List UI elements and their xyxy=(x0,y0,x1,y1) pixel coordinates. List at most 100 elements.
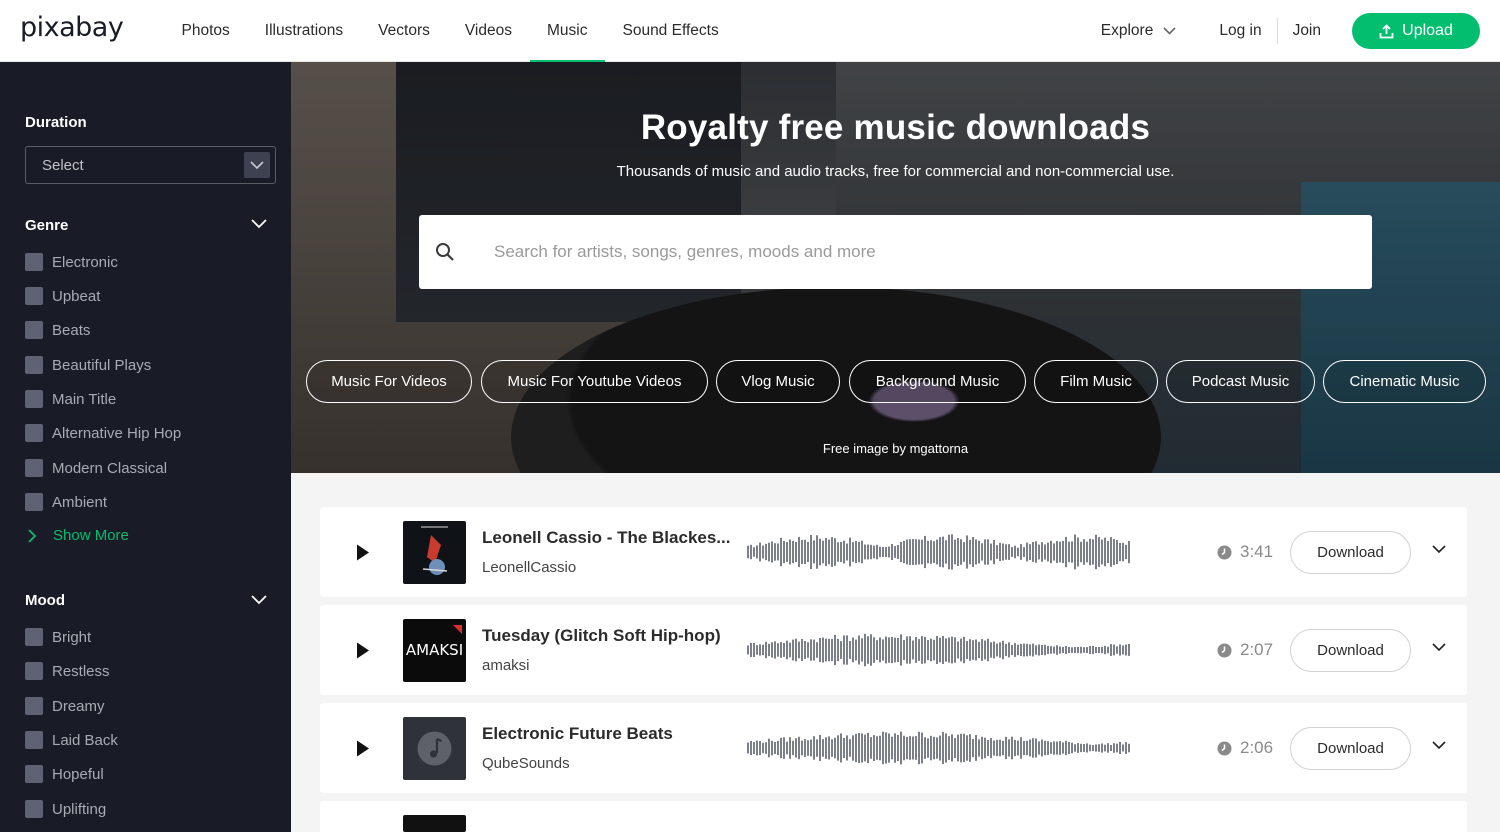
waveform-bar xyxy=(1005,643,1007,657)
explore-menu[interactable]: Explore xyxy=(1101,22,1177,40)
download-button[interactable]: Download xyxy=(1290,727,1411,770)
login-link[interactable]: Log in xyxy=(1204,22,1276,40)
chevron-down-icon[interactable] xyxy=(251,595,267,605)
checkbox[interactable] xyxy=(25,321,43,339)
track-cover[interactable] xyxy=(403,521,466,584)
duration-select[interactable]: Select xyxy=(25,146,276,184)
mood-option[interactable]: Uplifting xyxy=(25,799,106,819)
nav-sound-effects[interactable]: Sound Effects xyxy=(605,0,736,62)
checkbox[interactable] xyxy=(25,731,43,749)
genre-option[interactable]: Electronic xyxy=(25,252,118,272)
waveform-bar xyxy=(1071,742,1073,754)
mood-option[interactable]: Dreamy xyxy=(25,696,105,716)
hero-banner: Royalty free music downloads Thousands o… xyxy=(291,62,1500,473)
genre-option[interactable]: Modern Classical xyxy=(25,458,167,478)
genre-option[interactable]: Upbeat xyxy=(25,286,100,306)
track-artist[interactable]: QubeSounds xyxy=(482,755,570,772)
chip-film-music[interactable]: Film Music xyxy=(1034,360,1158,403)
waveform-bar xyxy=(1029,644,1031,656)
mood-option[interactable]: Bright xyxy=(25,627,91,647)
chevron-down-icon[interactable] xyxy=(1432,643,1446,652)
track-artist[interactable]: amaksi xyxy=(482,657,530,674)
track-artist[interactable]: LeonellCassio xyxy=(482,559,576,576)
checkbox[interactable] xyxy=(25,424,43,442)
genre-option[interactable]: Alternative Hip Hop xyxy=(25,423,181,443)
join-link[interactable]: Join xyxy=(1278,22,1336,40)
mood-option[interactable]: Restless xyxy=(25,661,110,681)
image-credit[interactable]: Free image by mgattorna xyxy=(291,441,1500,456)
waveform-bar xyxy=(810,639,812,661)
upload-button[interactable]: Upload xyxy=(1352,13,1480,49)
waveform-bar xyxy=(1116,743,1118,753)
chip-vlog-music[interactable]: Vlog Music xyxy=(716,360,840,403)
download-button[interactable]: Download xyxy=(1290,629,1411,672)
checkbox[interactable] xyxy=(25,628,43,646)
search-input[interactable] xyxy=(494,215,1354,289)
chip-music-for-youtube-videos[interactable]: Music For Youtube Videos xyxy=(481,360,708,403)
waveform-bar xyxy=(1119,741,1121,754)
chip-music-for-videos[interactable]: Music For Videos xyxy=(306,360,472,403)
waveform-bar xyxy=(912,736,914,760)
checkbox[interactable] xyxy=(25,253,43,271)
checkbox[interactable] xyxy=(25,800,43,818)
waveform-bar xyxy=(972,739,974,758)
track-duration: 2:07 xyxy=(1240,640,1274,659)
waveform-bar xyxy=(906,636,908,664)
chevron-down-icon[interactable] xyxy=(1432,545,1446,554)
track-title[interactable]: Tuesday (Glitch Soft Hip-hop) xyxy=(482,626,721,646)
waveform-bar xyxy=(1116,646,1118,654)
checkbox[interactable] xyxy=(25,493,43,511)
waveform-bar xyxy=(1062,540,1064,564)
play-icon[interactable] xyxy=(356,740,370,757)
chip-podcast-music[interactable]: Podcast Music xyxy=(1166,360,1315,403)
play-icon[interactable] xyxy=(356,642,370,659)
checkbox[interactable] xyxy=(25,765,43,783)
waveform-bar xyxy=(873,637,875,663)
checkbox[interactable] xyxy=(25,459,43,477)
show-more-link[interactable]: Show More xyxy=(25,527,129,544)
waveform[interactable] xyxy=(747,728,1132,768)
track-cover[interactable]: AMAKSI xyxy=(403,619,466,682)
waveform-bar xyxy=(975,639,977,661)
waveform-bar xyxy=(921,636,923,664)
play-icon[interactable] xyxy=(356,544,370,561)
waveform-bar xyxy=(987,539,989,565)
search-icon[interactable] xyxy=(435,242,455,262)
chip-background-music[interactable]: Background Music xyxy=(849,360,1026,403)
nav-vectors[interactable]: Vectors xyxy=(361,0,448,62)
checkbox[interactable] xyxy=(25,390,43,408)
chevron-down-icon[interactable] xyxy=(1432,741,1446,750)
chip-cinematic-music[interactable]: Cinematic Music xyxy=(1323,360,1486,403)
waveform[interactable] xyxy=(747,630,1132,670)
search-bar[interactable] xyxy=(419,215,1372,289)
pixabay-logo[interactable]: pixabay xyxy=(20,12,124,43)
checkbox[interactable] xyxy=(25,697,43,715)
nav-photos[interactable]: Photos xyxy=(164,0,247,62)
download-button[interactable]: Download xyxy=(1290,531,1411,574)
checkbox[interactable] xyxy=(25,662,43,680)
track-title[interactable]: Leonell Cassio - The Blackes... xyxy=(482,528,730,548)
nav-music[interactable]: Music xyxy=(529,0,606,63)
waveform-bar xyxy=(972,537,974,567)
waveform-bar xyxy=(837,735,839,761)
track-cover[interactable] xyxy=(403,717,466,780)
waveform-bar xyxy=(1008,739,1010,757)
waveform-bar xyxy=(894,733,896,763)
genre-option[interactable]: Main Title xyxy=(25,389,116,409)
track-cover[interactable] xyxy=(403,815,466,832)
mood-option[interactable]: Laid Back xyxy=(25,730,118,750)
chevron-down-icon[interactable] xyxy=(251,219,267,229)
track-title[interactable]: Electronic Future Beats xyxy=(482,724,673,744)
waveform-bar xyxy=(864,544,866,560)
waveform-bar xyxy=(795,638,797,662)
genre-option[interactable]: Ambient xyxy=(25,492,107,512)
checkbox[interactable] xyxy=(25,356,43,374)
mood-option[interactable]: Hopeful xyxy=(25,764,104,784)
checkbox[interactable] xyxy=(25,287,43,305)
nav-videos[interactable]: Videos xyxy=(447,0,529,62)
waveform[interactable] xyxy=(747,532,1132,572)
nav-illustrations[interactable]: Illustrations xyxy=(247,0,360,62)
genre-option[interactable]: Beautiful Plays xyxy=(25,355,151,375)
waveform-bar xyxy=(1059,741,1061,755)
genre-option[interactable]: Beats xyxy=(25,320,90,340)
